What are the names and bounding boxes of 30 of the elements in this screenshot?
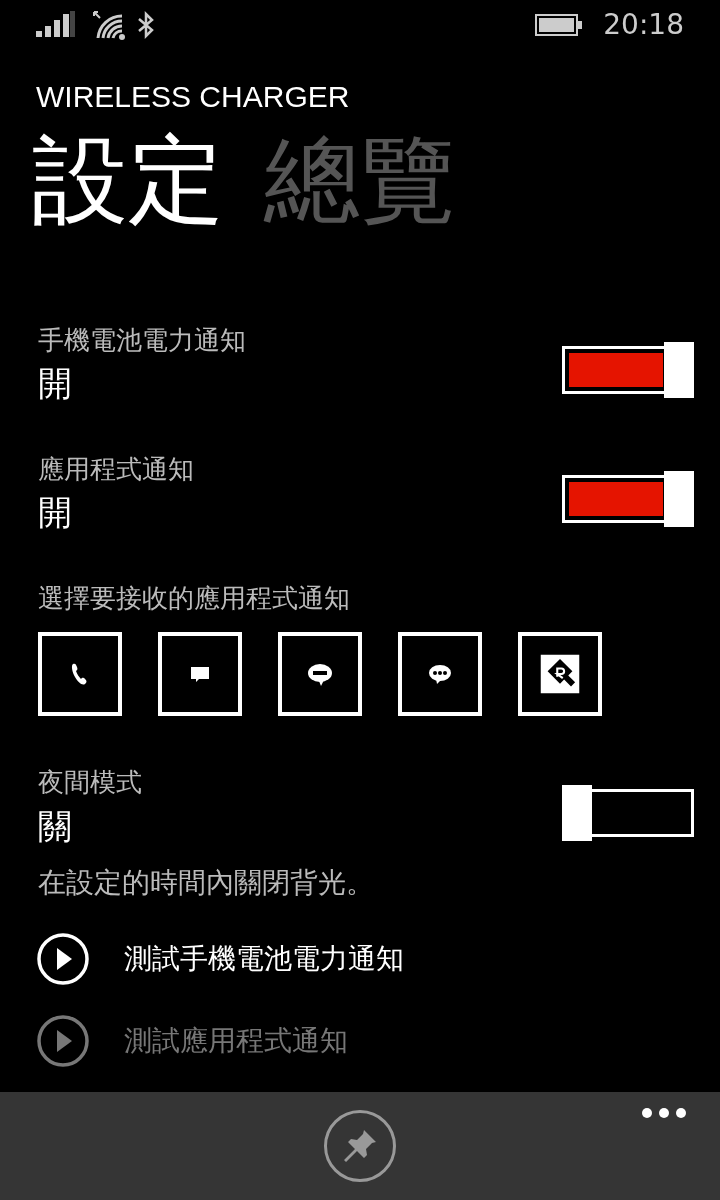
toggle-switch[interactable] bbox=[562, 784, 694, 841]
signal-icon bbox=[36, 11, 76, 39]
toggle-switch[interactable] bbox=[562, 471, 694, 528]
play-icon bbox=[36, 1014, 90, 1069]
test-action[interactable]: 測試手機電池電力通知 bbox=[36, 932, 404, 987]
clock-time: 20:18 bbox=[603, 11, 684, 39]
setting-description: 在設定的時間內關閉背光。 bbox=[38, 865, 375, 901]
pivot-header[interactable]: 設定 bbox=[32, 128, 224, 234]
setting-label: 夜間模式 bbox=[38, 766, 143, 799]
app-title: WIRELESS CHARGER bbox=[36, 82, 351, 112]
toggle-state: 開 bbox=[38, 491, 72, 534]
app-tile[interactable] bbox=[518, 632, 602, 717]
app-tile[interactable] bbox=[278, 632, 362, 717]
pin-button[interactable] bbox=[324, 1110, 396, 1182]
wifi-icon bbox=[92, 10, 126, 40]
battery-icon bbox=[535, 14, 584, 36]
toggle-state: 關 bbox=[38, 804, 72, 848]
app-tile[interactable] bbox=[158, 632, 242, 717]
toggle-switch[interactable] bbox=[562, 342, 694, 399]
setting-label: 手機電池電力通知 bbox=[38, 323, 247, 357]
more-button[interactable] bbox=[640, 1106, 688, 1120]
bluetooth-icon bbox=[136, 11, 156, 39]
toggle-state: 開 bbox=[38, 362, 72, 405]
setting-label: 應用程式通知 bbox=[38, 452, 195, 486]
app-tile[interactable] bbox=[38, 632, 122, 717]
pin-icon bbox=[342, 1128, 378, 1164]
play-icon bbox=[36, 932, 90, 987]
setting-label: 選擇要接收的應用程式通知 bbox=[38, 581, 351, 615]
test-action[interactable]: 測試應用程式通知 bbox=[36, 1014, 348, 1069]
app-tile[interactable] bbox=[398, 632, 482, 717]
